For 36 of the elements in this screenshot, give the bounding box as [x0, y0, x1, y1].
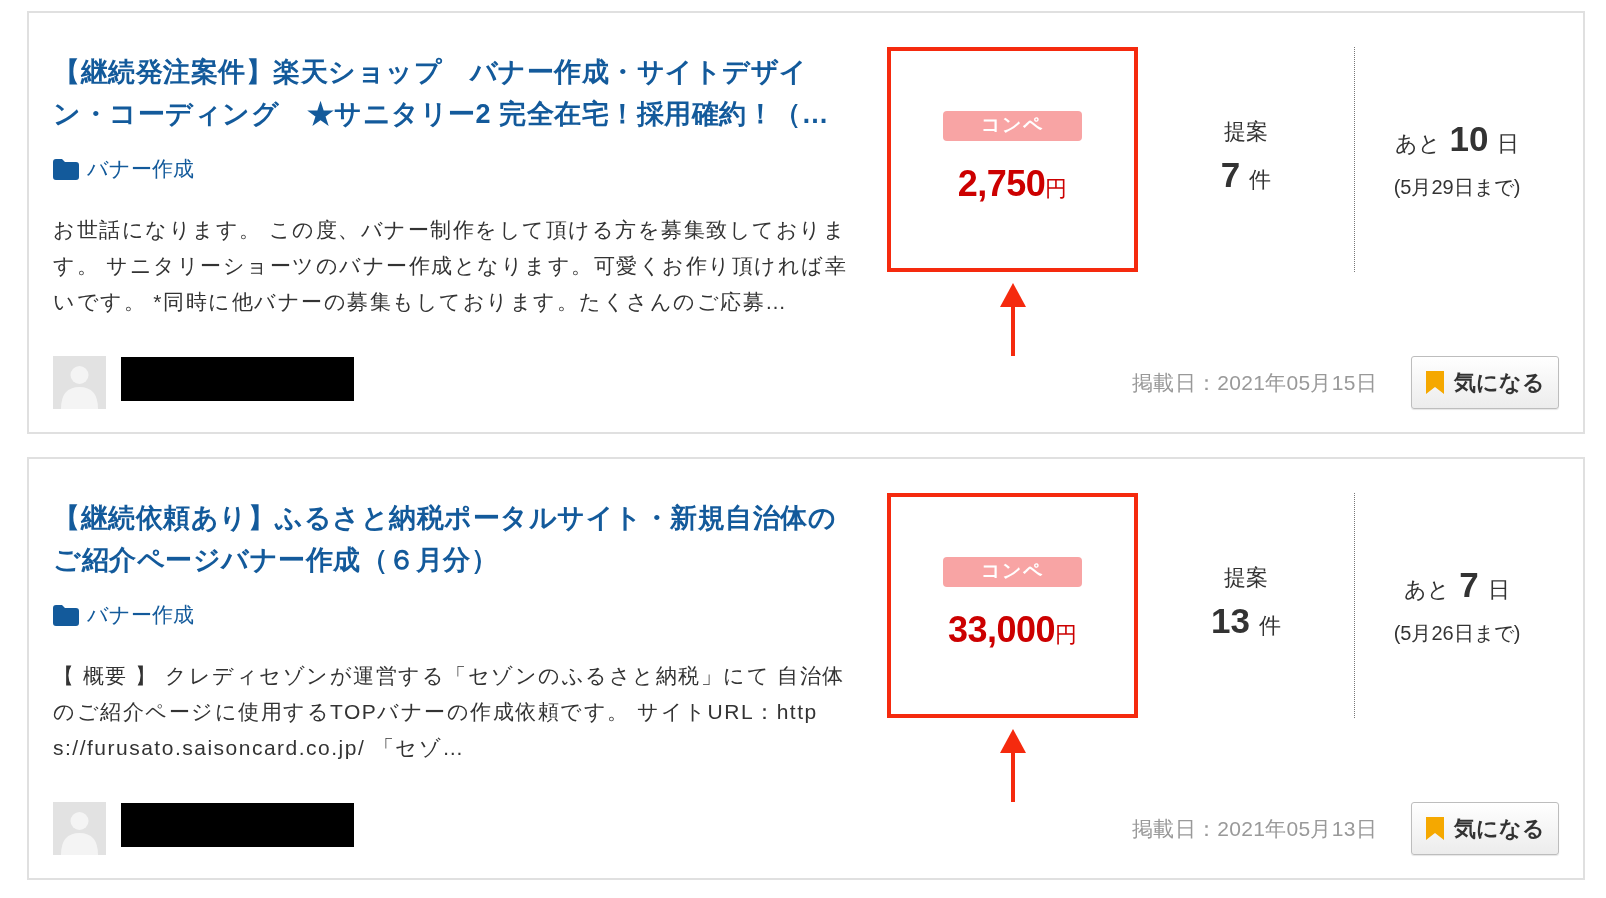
proposals-label: 提案 — [1224, 118, 1268, 146]
proposals-label: 提案 — [1224, 564, 1268, 592]
price-amount: 2,750 — [957, 163, 1046, 204]
remaining-label: あと — [1394, 130, 1441, 158]
watch-button[interactable]: 気になる — [1411, 356, 1559, 409]
proposals-unit: 件 — [1258, 612, 1281, 640]
posted-date: 掲載日：2021年05月15日 — [1132, 369, 1377, 396]
proposals-count: 7 — [1220, 154, 1241, 196]
price-unit: 円 — [1045, 175, 1068, 201]
remaining-label: あと — [1404, 576, 1451, 604]
category-link[interactable]: バナー作成 — [87, 600, 194, 630]
bookmark-icon — [1425, 817, 1444, 840]
contest-badge: コンペ — [943, 110, 1082, 141]
price-unit: 円 — [1055, 620, 1078, 649]
remaining-days: 10 — [1449, 117, 1489, 161]
avatar-icon — [53, 356, 106, 409]
deadline-date: (5月26日まで) — [1393, 621, 1521, 646]
remaining-days: 7 — [1459, 563, 1479, 607]
folder-icon — [53, 604, 79, 626]
remaining-unit: 日 — [1487, 576, 1510, 604]
proposals-unit: 件 — [1249, 166, 1272, 194]
listing-description: お世話になります。 この度、バナー制作をして頂ける方を募集致しております。 サニタリーショーツのバナー作成となります。可愛くお作り頂ければ幸いです。 *同時に他バナーの募集もしております。たくさんのご応募… — [53, 217, 848, 315]
remaining-unit: 日 — [1497, 130, 1520, 158]
listing-description: 【 概要 】 クレディセゾンが運営する「セゾンのふるさと納税」にて 自治体のご紹介ページに使用するTOPバナーの作成依頼です。 サイトURL：https://furusato.saisoncard.co.jp/ 「セゾ… — [53, 663, 846, 761]
deadline-date: (5月29日まで) — [1393, 175, 1521, 200]
category-link[interactable]: バナー作成 — [87, 154, 194, 184]
listing-title-link[interactable]: 【継続依頼あり】ふるさと納税ポータルサイト・新規自治体のご紹介ページバナー作成（６月分） — [53, 497, 843, 581]
price-amount: 33,000 — [947, 609, 1056, 650]
proposals-count: 13 — [1211, 600, 1250, 642]
folder-icon — [53, 158, 79, 180]
listing-title-link[interactable]: 【継続発注案件】楽天ショップ バナー作成・サイトデザイン・コーディング ★サニタリー2 完全在宅！採用確約！（… — [53, 51, 843, 135]
watch-button[interactable]: 気になる — [1411, 802, 1559, 855]
contest-badge: コンペ — [943, 556, 1082, 587]
bookmark-icon — [1425, 371, 1444, 394]
avatar-icon — [53, 802, 106, 855]
posted-date: 掲載日：2021年05月13日 — [1132, 815, 1377, 842]
